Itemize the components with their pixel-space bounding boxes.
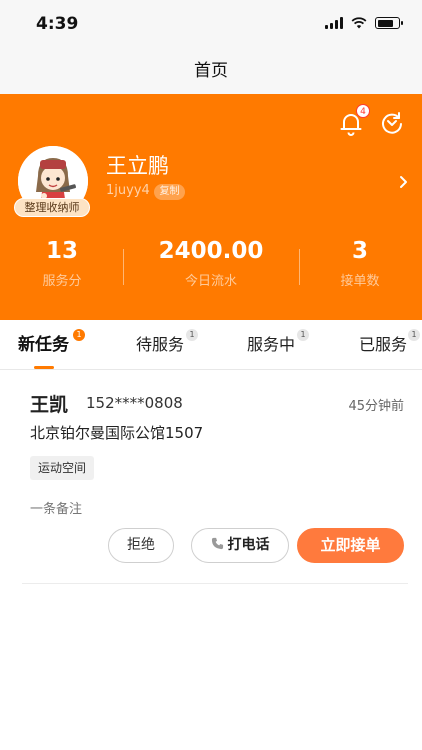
chevron-right-icon[interactable] <box>397 174 409 190</box>
tab-new-tasks[interactable]: 新任务 <box>18 320 69 370</box>
tab-badge: 1 <box>408 329 420 341</box>
active-tab-indicator <box>34 366 54 369</box>
signal-icon <box>325 17 343 29</box>
nav-bar: 首页 <box>0 48 422 94</box>
task-card[interactable]: 王凯 152****0808 45分钟前 北京铂尔曼国际公馆1507 运动空间 … <box>22 370 408 584</box>
tab-label: 已服务 <box>359 335 408 354</box>
tab-label: 新任务 <box>18 335 69 355</box>
stat-divider <box>123 249 124 285</box>
copy-button[interactable]: 复制 <box>154 184 185 200</box>
status-time: 4:39 <box>36 14 79 34</box>
stat-order-count: 3 接单数 <box>290 236 422 289</box>
stat-label: 接单数 <box>340 274 380 289</box>
task-remark: 一条备注 <box>30 502 83 517</box>
profile-header: 4 整理收纳师 王立鹏 1juyy4 复制 13 服务分 2400.00 今日流… <box>0 94 422 320</box>
accept-order-button[interactable]: 立即接单 <box>297 528 404 563</box>
stat-label: 今日流水 <box>184 274 237 289</box>
service-address: 北京铂尔曼国际公馆1507 <box>30 424 204 442</box>
tab-pending-service[interactable]: 待服务 <box>136 320 184 370</box>
stat-label: 服务分 <box>42 274 82 289</box>
service-tag: 运动空间 <box>30 456 95 480</box>
tab-label: 待服务 <box>136 335 185 354</box>
role-badge: 整理收纳师 <box>14 198 90 217</box>
stat-value: 2400.00 <box>158 238 264 264</box>
customer-phone: 152****0808 <box>86 394 183 412</box>
user-name: 王立鹏 <box>106 154 169 178</box>
battery-icon <box>375 17 403 29</box>
tab-badge: 1 <box>186 329 198 341</box>
status-bar: 4:39 <box>0 0 422 48</box>
refresh-icon[interactable] <box>377 108 407 138</box>
tab-badge: 1 <box>297 329 309 341</box>
notification-badge: 4 <box>356 104 370 118</box>
stat-value: 13 <box>45 238 78 264</box>
reject-button[interactable]: 拒绝 <box>108 528 174 563</box>
stat-today-revenue: 2400.00 今日流水 <box>141 236 281 289</box>
accept-label: 立即接单 <box>320 536 381 554</box>
call-button[interactable]: 打电话 <box>191 528 289 563</box>
tab-in-service[interactable]: 服务中 <box>247 320 295 370</box>
phone-icon <box>211 537 223 550</box>
call-label: 打电话 <box>227 537 270 553</box>
tab-label: 服务中 <box>247 335 296 354</box>
customer-name: 王凯 <box>30 394 69 416</box>
page-title: 首页 <box>194 61 228 81</box>
task-tabs: 新任务 1 待服务 1 服务中 1 已服务 1 <box>0 320 422 370</box>
reject-label: 拒绝 <box>127 537 155 553</box>
wifi-icon <box>351 17 367 29</box>
user-id: 1juyy4 <box>106 183 150 198</box>
tab-badge: 1 <box>73 329 85 341</box>
time-ago: 45分钟前 <box>348 399 404 414</box>
status-icons <box>325 17 403 29</box>
stat-value: 3 <box>351 238 368 264</box>
tab-served[interactable]: 已服务 <box>359 320 407 370</box>
stat-service-score: 13 服务分 <box>0 236 132 289</box>
